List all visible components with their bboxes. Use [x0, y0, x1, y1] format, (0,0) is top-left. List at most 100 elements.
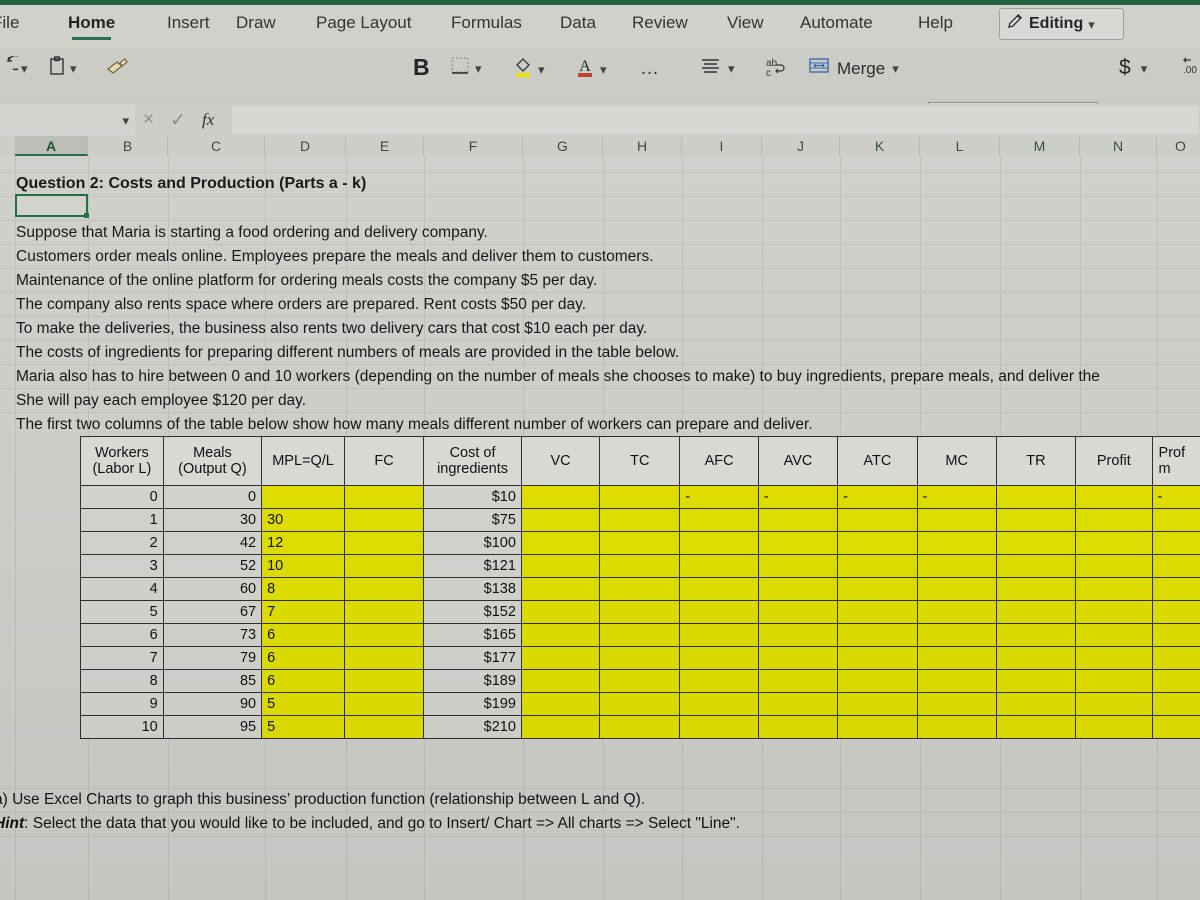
column-header-l[interactable]: L [920, 136, 1000, 156]
cell-mc[interactable] [916, 623, 997, 647]
cell-profit[interactable] [1075, 554, 1153, 578]
cell-avc[interactable] [757, 554, 839, 578]
column-header-c[interactable]: C [168, 136, 265, 156]
cell-last[interactable] [1151, 531, 1200, 555]
cell-tc[interactable] [599, 508, 681, 532]
cell-meals[interactable]: 85 [162, 669, 263, 693]
cell-avc[interactable] [757, 646, 839, 670]
ribbon-tab-review[interactable]: Review [632, 13, 688, 33]
th-ingredients[interactable]: Cost of ingredients [423, 436, 522, 486]
cell-mc[interactable] [916, 508, 997, 532]
cell-mc[interactable] [916, 646, 997, 670]
ribbon-tab-draw[interactable]: Draw [236, 13, 276, 33]
cell-tc[interactable] [599, 485, 681, 509]
cell-tc[interactable] [599, 692, 681, 716]
cell-profit[interactable] [1075, 600, 1153, 624]
fill-color-button[interactable]: ▾ [513, 56, 545, 83]
cell-last[interactable] [1151, 577, 1200, 601]
cell-afc[interactable] [679, 692, 759, 716]
cell-mc[interactable] [916, 577, 997, 601]
chevron-down-icon[interactable]: ▾ [728, 62, 735, 75]
chevron-down-icon[interactable]: ▾ [600, 63, 607, 76]
cell-meals[interactable]: 73 [162, 623, 263, 647]
cell-ingredients[interactable]: $138 [423, 577, 522, 601]
cell-workers[interactable]: 2 [80, 531, 164, 555]
cell-meals[interactable]: 30 [162, 508, 263, 532]
cell-tc[interactable] [599, 577, 681, 601]
cell-afc[interactable]: - [679, 485, 759, 509]
cell-vc[interactable] [520, 554, 601, 578]
cell-profit[interactable] [1075, 531, 1153, 555]
cell-ingredients[interactable]: $165 [423, 623, 522, 647]
cell-atc[interactable] [837, 646, 918, 670]
cell-afc[interactable] [679, 531, 759, 555]
cell-avc[interactable] [757, 715, 839, 739]
cell-atc[interactable] [837, 508, 918, 532]
format-painter-button[interactable] [105, 56, 131, 81]
cell-mpl[interactable]: 6 [261, 623, 345, 647]
cell-fc[interactable] [343, 508, 425, 532]
cell-avc[interactable] [757, 600, 839, 624]
th-afc[interactable]: AFC [679, 436, 759, 486]
cell-atc[interactable] [837, 531, 918, 555]
bold-button[interactable]: B [413, 54, 430, 81]
cell-atc[interactable] [837, 623, 918, 647]
cell-profit[interactable] [1075, 669, 1153, 693]
cell-meals[interactable]: 95 [162, 715, 263, 739]
cell-meals[interactable]: 42 [162, 531, 263, 555]
cell-mpl[interactable]: 5 [261, 692, 345, 716]
cell-tc[interactable] [599, 600, 681, 624]
th-fc[interactable]: FC [343, 436, 425, 486]
cell-tc[interactable] [599, 669, 681, 693]
cell-fc[interactable] [343, 600, 425, 624]
cell-meals[interactable]: 52 [162, 554, 263, 578]
formula-input[interactable] [232, 106, 1198, 134]
fx-icon[interactable]: fx [202, 110, 214, 130]
cell-mpl[interactable]: 6 [261, 669, 345, 693]
cell-workers[interactable]: 6 [80, 623, 164, 647]
chevron-down-icon[interactable]: ▾ [1088, 18, 1095, 31]
cell-mpl[interactable]: 10 [261, 554, 345, 578]
cell-tr[interactable] [995, 531, 1077, 555]
cell-vc[interactable] [520, 485, 601, 509]
cell-mpl[interactable]: 6 [261, 646, 345, 670]
cell-workers[interactable]: 5 [80, 600, 164, 624]
cell-last[interactable] [1151, 692, 1200, 716]
cell-avc[interactable] [757, 669, 839, 693]
cell-profit[interactable] [1075, 485, 1153, 509]
cell-mc[interactable]: - [916, 485, 997, 509]
cell-profit[interactable] [1075, 715, 1153, 739]
chevron-down-icon[interactable]: ▾ [70, 62, 77, 75]
merge-cells-button[interactable]: Merge ▾ [808, 56, 899, 81]
chevron-down-icon[interactable]: ▾ [122, 114, 129, 127]
cell-avc[interactable] [757, 508, 839, 532]
cell-afc[interactable] [679, 623, 759, 647]
cell-mpl[interactable] [261, 485, 345, 509]
cell-last[interactable] [1151, 623, 1200, 647]
th-meals[interactable]: Meals (Output Q) [162, 436, 263, 486]
th-tr[interactable]: TR [995, 436, 1077, 486]
cell-tc[interactable] [599, 554, 681, 578]
cell-avc[interactable] [757, 623, 839, 647]
cell-ingredients[interactable]: $10 [423, 485, 522, 509]
cell-tr[interactable] [995, 623, 1077, 647]
alignment-button[interactable]: ▾ [700, 56, 735, 81]
cell-last[interactable] [1151, 715, 1200, 739]
cell-profit[interactable] [1075, 577, 1153, 601]
cell-tr[interactable] [995, 554, 1077, 578]
th-profit[interactable]: Profit [1075, 436, 1153, 486]
cell-tr[interactable] [995, 715, 1077, 739]
cell-workers[interactable]: 3 [80, 554, 164, 578]
cell-afc[interactable] [679, 508, 759, 532]
cell-afc[interactable] [679, 554, 759, 578]
cell-vc[interactable] [520, 531, 601, 555]
chevron-down-icon[interactable]: ▾ [21, 62, 28, 75]
column-header-b[interactable]: B [88, 136, 168, 156]
cell-vc[interactable] [520, 577, 601, 601]
cell-meals[interactable]: 90 [162, 692, 263, 716]
paste-button[interactable]: ▾ [48, 56, 77, 81]
cell-fc[interactable] [343, 485, 425, 509]
borders-button[interactable]: ▾ [450, 56, 482, 81]
cell-mc[interactable] [916, 531, 997, 555]
column-header-d[interactable]: D [265, 136, 346, 156]
